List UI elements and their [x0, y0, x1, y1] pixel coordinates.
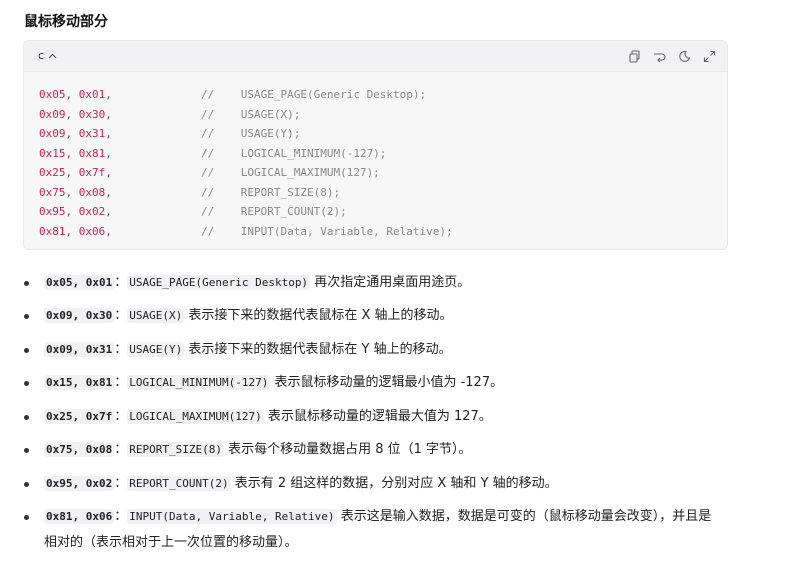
chevron-up-icon — [48, 53, 57, 59]
language-label: c — [38, 49, 45, 62]
code-line: 0x95, 0x02,// REPORT_COUNT(2); — [39, 205, 347, 218]
language-toggle-button[interactable]: c — [38, 49, 57, 62]
code-body: 0x05, 0x01,// USAGE_PAGE(Generic Desktop… — [24, 72, 727, 241]
list-item: 0x05, 0x01： USAGE_PAGE(Generic Desktop) 再… — [24, 270, 764, 296]
bullet-dot — [24, 348, 29, 353]
code-line: 0x15, 0x81,// LOGICAL_MINIMUM(-127); — [39, 146, 387, 160]
bullet-dot — [24, 482, 29, 487]
theme-icon[interactable] — [677, 49, 692, 64]
code-header: c — [24, 41, 727, 72]
code-toolbar — [627, 49, 717, 64]
list-item: 0x95, 0x02： REPORT_COUNT(2) 表示有 2 组这样的数据，… — [24, 471, 764, 497]
code-line: 0x25, 0x7f,// LOGICAL_MAXIMUM(127); — [39, 166, 380, 179]
expand-icon[interactable] — [702, 49, 717, 64]
code-line: 0x81, 0x06,// INPUT(Data, Variable, Rela… — [39, 224, 453, 238]
list-item: 0x15, 0x81： LOGICAL_MINIMUM(-127) 表示鼠标移动量… — [24, 370, 764, 396]
copy-icon[interactable] — [627, 49, 642, 64]
list-item: 0x09, 0x30： USAGE(X) 表示接下来的数据代表鼠标在 X 轴上的移… — [24, 303, 764, 329]
list-item: 0x81, 0x06： INPUT(Data, Variable, Relativ… — [24, 504, 714, 556]
page: 鼠标移动部分 c 0x05, 0x01, // USAGE_PAGE(Gener… — [0, 0, 789, 568]
bullet-dot — [24, 448, 29, 453]
code-line: 0x75, 0x08,// REPORT_SIZE(8); — [39, 185, 341, 199]
bullet-dot — [24, 314, 29, 319]
code-line: 0x05, 0x01,// USAGE_PAGE(Generic Desktop… — [39, 88, 427, 101]
bullet-dot — [24, 515, 29, 520]
code-line: 0x09, 0x30,// USAGE(X); — [39, 107, 301, 121]
wrap-icon[interactable] — [652, 49, 667, 64]
section-title: 鼠标移动部分 — [24, 14, 108, 30]
code-block: c 0x05, 0x01,// USAGE_PAGE(Generic Deskt… — [23, 40, 728, 250]
code-line: 0x09, 0x31,// USAGE(Y); — [39, 127, 301, 140]
bullet-dot — [24, 281, 29, 286]
bullet-dot — [24, 381, 29, 386]
list-item: 0x09, 0x31： USAGE(Y) 表示接下来的数据代表鼠标在 Y 轴上的移… — [24, 337, 764, 363]
list-item: 0x25, 0x7f： LOGICAL_MAXIMUM(127) 表示鼠标移动量的… — [24, 404, 764, 430]
bullet-dot — [24, 415, 29, 420]
list-item: 0x75, 0x08： REPORT_SIZE(8) 表示每个移动量数据占用 8 … — [24, 437, 764, 463]
